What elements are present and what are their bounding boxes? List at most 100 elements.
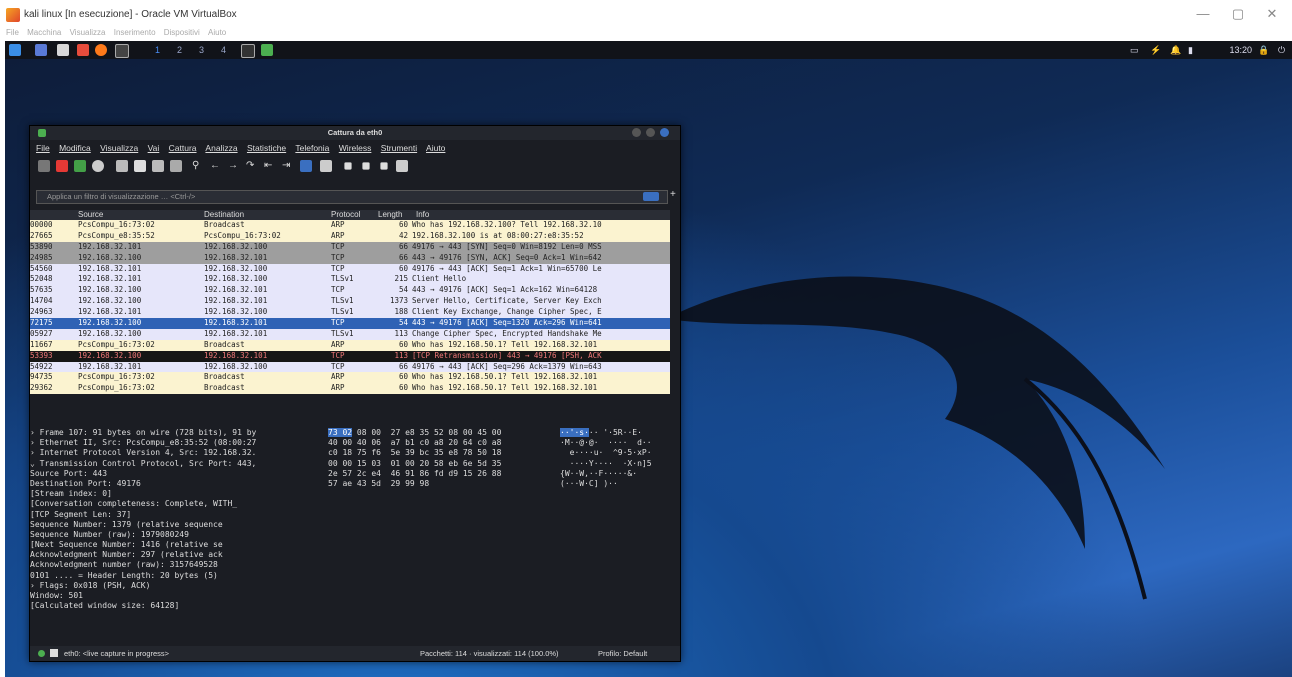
save-file-icon[interactable] [134, 160, 146, 172]
terminal-task-icon[interactable] [241, 44, 255, 58]
editor-icon[interactable] [77, 44, 89, 56]
colorize-icon[interactable] [320, 160, 332, 172]
display-filter-input[interactable]: Applica un filtro di visualizzazione … <… [36, 190, 668, 204]
col-protocol[interactable]: Protocol [331, 210, 375, 220]
zoom-out-icon[interactable] [362, 162, 370, 170]
network-icon[interactable]: ⚡ [1150, 45, 1161, 56]
workspace-1[interactable]: 1 [155, 45, 160, 55]
zoom-normal-icon[interactable] [380, 162, 388, 170]
detail-line[interactable]: Sequence Number (raw): 1979080249 [30, 530, 326, 540]
expert-info-icon[interactable] [50, 649, 58, 657]
resize-columns-icon[interactable] [396, 160, 408, 172]
add-filter-button[interactable]: + [670, 189, 676, 200]
packet-row[interactable]: 72175 192.168.32.100 192.168.32.101 TCP 54 44… [30, 318, 670, 329]
ws-menu-help[interactable]: Aiuto [426, 143, 445, 153]
detail-line[interactable]: › Internet Protocol Version 4, Src: 192.… [30, 448, 326, 458]
packet-row[interactable]: 14704 192.168.32.100 192.168.32.101 TLSv1 13… [30, 296, 670, 308]
desktop-icon[interactable] [35, 44, 47, 56]
ws-menu-capture[interactable]: Cattura [169, 143, 197, 153]
ws-menu-statistics[interactable]: Statistiche [247, 143, 286, 153]
detail-line[interactable]: Destination Port: 49176 [30, 479, 326, 489]
detail-line[interactable]: [Stream index: 0] [30, 489, 326, 499]
back-icon[interactable]: ← [210, 160, 222, 172]
ws-minimize-button[interactable] [632, 128, 641, 137]
ws-menu-analyze[interactable]: Analizza [205, 143, 237, 153]
detail-line[interactable]: › Frame 107: 91 bytes on wire (728 bits)… [30, 428, 326, 438]
workspace-3[interactable]: 3 [199, 45, 204, 55]
goto-icon[interactable]: ↷ [246, 160, 258, 172]
menu-view[interactable]: Visualizza [70, 28, 106, 37]
ws-menu-go[interactable]: Vai [148, 143, 160, 153]
close-file-icon[interactable] [152, 160, 164, 172]
detail-line[interactable]: Source Port: 443 [30, 469, 326, 479]
ws-menu-telephony[interactable]: Telefonia [295, 143, 329, 153]
close-button[interactable]: ✕ [1262, 6, 1282, 22]
first-packet-icon[interactable]: ⇤ [264, 160, 276, 172]
profile-status[interactable]: Profilo: Default [598, 646, 647, 661]
start-capture-icon[interactable] [38, 160, 50, 172]
apply-filter-button[interactable] [643, 192, 659, 201]
power-icon[interactable]: ⏻ [1278, 45, 1285, 56]
col-source[interactable]: Source [78, 210, 202, 220]
find-icon[interactable]: ⚲ [192, 160, 204, 172]
last-packet-icon[interactable]: ⇥ [282, 160, 294, 172]
packet-row[interactable]: 24985 192.168.32.100 192.168.32.101 TCP 66 44… [30, 252, 670, 264]
ws-menu-view[interactable]: Visualizza [100, 143, 138, 153]
terminal-icon[interactable] [115, 44, 129, 58]
col-destination[interactable]: Destination [204, 210, 328, 220]
capture-options-icon[interactable] [92, 160, 104, 172]
packet-row[interactable]: 05927 192.168.32.100 192.168.32.101 TLSv1 11… [30, 328, 670, 340]
detail-line[interactable]: Acknowledgment number (raw): 3157649528 [30, 560, 326, 570]
open-file-icon[interactable] [116, 160, 128, 172]
detail-line[interactable]: [Next Sequence Number: 1416 (relative se [30, 540, 326, 550]
workspace-2[interactable]: 2 [177, 45, 182, 55]
packet-row[interactable]: 94735 PcsCompu_16:73:02 Broadcast ARP 60 Who … [30, 372, 670, 384]
packet-row[interactable]: 29362 PcsCompu_16:73:02 Broadcast ARP 60 Who … [30, 383, 670, 395]
packet-row[interactable]: 53890 192.168.32.101 192.168.32.100 TCP 66 49… [30, 241, 670, 253]
packet-row[interactable]: 11667 PcsCompu_16:73:02 Broadcast ARP 60 Who … [30, 339, 670, 351]
detail-line[interactable]: Acknowledgment Number: 297 (relative ack [30, 550, 326, 560]
detail-line[interactable]: [TCP Segment Len: 37] [30, 510, 326, 520]
zoom-in-icon[interactable] [344, 162, 352, 170]
menu-machine[interactable]: Macchina [27, 28, 61, 37]
packet-row[interactable]: 00000 PcsCompu_16:73:02 Broadcast ARP 60 Who … [30, 220, 670, 231]
ws-menu-file[interactable]: File [36, 143, 50, 153]
workspace-4[interactable]: 4 [221, 45, 226, 55]
detail-line[interactable]: [Conversation completeness: Complete, WI… [30, 499, 326, 509]
restart-capture-icon[interactable] [74, 160, 86, 172]
notification-icon[interactable]: 🔔 [1170, 45, 1181, 56]
detail-line[interactable]: Sequence Number: 1379 (relative sequence [30, 520, 326, 530]
col-info[interactable]: Info [416, 210, 706, 220]
autoscroll-icon[interactable] [300, 160, 312, 172]
forward-icon[interactable]: → [228, 160, 240, 172]
maximize-button[interactable]: ▢ [1228, 6, 1248, 22]
detail-line[interactable]: ⌄ Transmission Control Protocol, Src Por… [30, 459, 326, 469]
detail-line[interactable]: 0101 .... = Header Length: 20 bytes (5) [30, 571, 326, 581]
files-icon[interactable] [57, 44, 69, 56]
kali-menu-icon[interactable] [9, 44, 21, 56]
packet-row[interactable]: 53393 192.168.32.100 192.168.32.101 TCP 113 [… [30, 350, 670, 362]
menu-input[interactable]: Inserimento [114, 28, 156, 37]
packet-row[interactable]: 57635 192.168.32.100 192.168.32.101 TCP 54 44… [30, 285, 670, 297]
menu-file[interactable]: File [6, 28, 19, 37]
ws-menu-edit[interactable]: Modifica [59, 143, 91, 153]
detail-line[interactable]: Window: 501 [30, 591, 326, 601]
lock-icon[interactable]: 🔒 [1258, 45, 1269, 56]
packet-row[interactable]: 54560 192.168.32.101 192.168.32.100 TCP 60 49… [30, 263, 670, 275]
detail-line[interactable]: › Flags: 0x018 (PSH, ACK) [30, 581, 326, 591]
detail-line[interactable]: [Calculated window size: 64128] [30, 601, 326, 611]
menu-devices[interactable]: Dispositivi [164, 28, 200, 37]
reload-icon[interactable] [170, 160, 182, 172]
firefox-icon[interactable] [95, 44, 107, 56]
wireshark-task-icon[interactable] [261, 44, 273, 56]
detail-line[interactable]: › Ethernet II, Src: PcsCompu_e8:35:52 (0… [30, 438, 326, 448]
packet-row[interactable]: 52048 192.168.32.101 192.168.32.100 TLSv1 21… [30, 274, 670, 286]
stop-capture-icon[interactable] [56, 160, 68, 172]
ws-menu-tools[interactable]: Strumenti [381, 143, 417, 153]
ws-menu-wireless[interactable]: Wireless [339, 143, 372, 153]
minimize-button[interactable]: — [1193, 6, 1213, 21]
menu-help[interactable]: Aiuto [208, 28, 226, 37]
packet-row[interactable]: 27665 PcsCompu_e8:35:52 PcsCompu_16:73:02 A… [30, 230, 670, 242]
packet-row[interactable]: 24963 192.168.32.101 192.168.32.100 TLSv1 18… [30, 307, 670, 319]
screen-icon[interactable]: ▭ [1130, 45, 1139, 56]
